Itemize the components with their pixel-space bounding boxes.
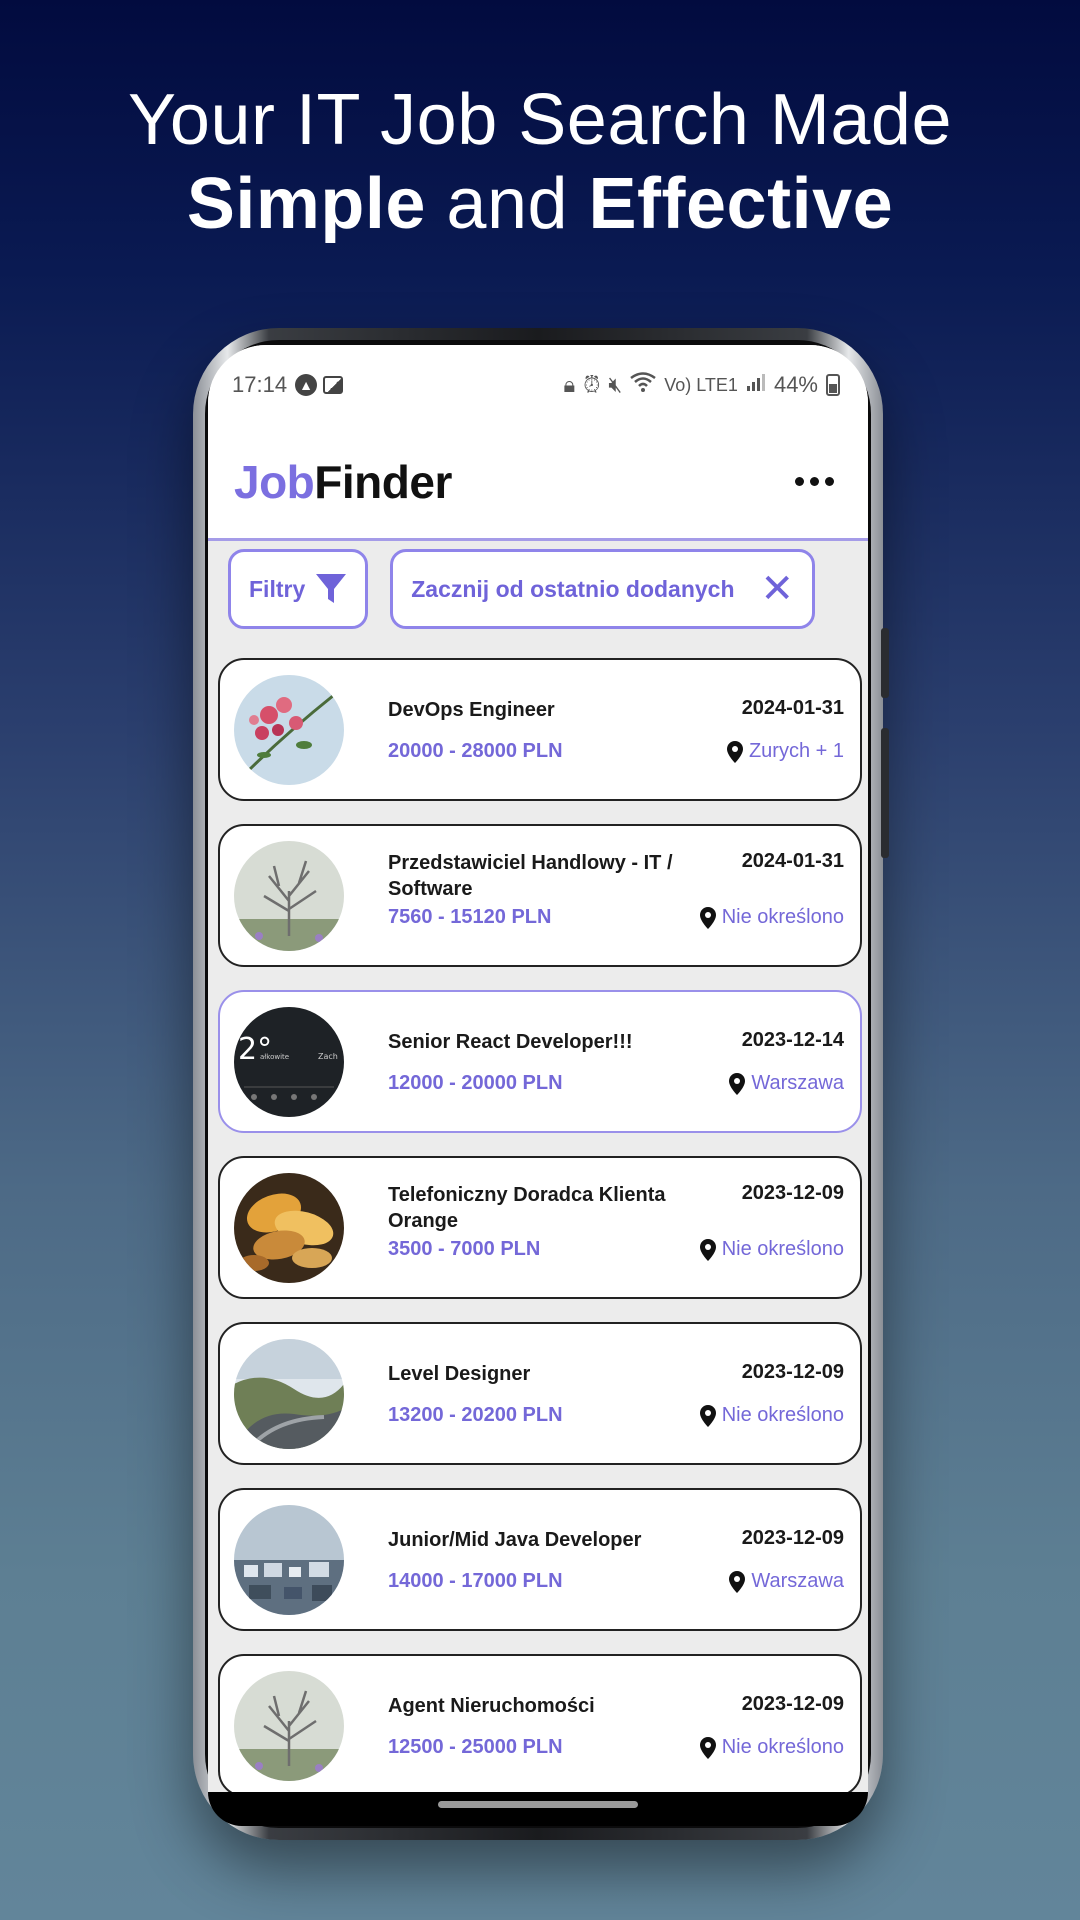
- job-location: Nie określono: [699, 1736, 844, 1759]
- job-location-text: Nie określono: [721, 1736, 844, 1758]
- location-pin-icon: [699, 906, 716, 929]
- job-salary: 12000 - 20000 PLN: [388, 1072, 563, 1094]
- job-salary: 14000 - 17000 PLN: [388, 1570, 563, 1592]
- job-location: Warszawa: [729, 1570, 844, 1593]
- app-notification-icon: ▲: [295, 374, 318, 396]
- job-title: Telefoniczny Doradca Klienta Orange: [388, 1184, 666, 1232]
- app-logo: JobFinder: [234, 455, 452, 509]
- headline-bold-effective: Effective: [588, 164, 894, 244]
- power-button: [881, 728, 889, 858]
- job-title: DevOps Engineer: [388, 699, 555, 721]
- job-date: 2024-01-31: [741, 850, 844, 872]
- job-thumbnail: [234, 1339, 344, 1449]
- alarm-icon: ⏰︎: [583, 372, 601, 397]
- job-thumbnail: [234, 675, 344, 785]
- location-pin-icon: [729, 1072, 746, 1095]
- location-pin-icon: [726, 740, 743, 763]
- headline-and: and: [425, 164, 589, 244]
- job-thumbnail: 2° ałkowite Zach: [234, 1007, 344, 1117]
- job-location-text: Warszawa: [751, 1072, 844, 1094]
- job-salary: 20000 - 28000 PLN: [388, 740, 563, 762]
- headline-line-2: Simple and Effective: [0, 162, 1080, 246]
- job-title: Senior React Developer!!!: [388, 1031, 633, 1053]
- job-date: 2023-12-09: [741, 1361, 844, 1383]
- job-thumbnail: [234, 841, 344, 951]
- wifi-icon: [630, 372, 656, 398]
- promo-headline: Your IT Job Search Made Simple and Effec…: [0, 78, 1080, 246]
- job-salary: 7560 - 15120 PLN: [388, 906, 552, 928]
- job-thumbnail: [234, 1505, 344, 1615]
- status-bar: 17:14 ▲ 🔒︎ ⏰︎ 🔇︎ Vo) LTE1 44%: [208, 345, 868, 425]
- funnel-icon: [316, 574, 347, 603]
- more-dot: [810, 477, 819, 486]
- job-title: Junior/Mid Java Developer: [388, 1529, 642, 1551]
- job-date: 2024-01-31: [741, 697, 844, 719]
- filter-bar: Filtry Zacznij od ostatnio dodanych ✕: [228, 549, 816, 629]
- signal-icon: [746, 372, 766, 398]
- location-pin-icon: [699, 1404, 716, 1427]
- more-dot: [825, 477, 834, 486]
- logo-finder: Finder: [314, 455, 452, 508]
- volume-button: [881, 628, 889, 698]
- job-title: Level Designer: [388, 1363, 531, 1385]
- widget-temp: 2°: [238, 1032, 272, 1067]
- widget-right-label: Zach: [318, 1052, 338, 1061]
- job-card[interactable]: Telefoniczny Doradca Klienta Orange 2023…: [218, 1156, 862, 1299]
- more-dot: [795, 477, 804, 486]
- gallery-notification-icon: [323, 376, 344, 394]
- job-card[interactable]: 2° ałkowite Zach Senior React Developer!…: [218, 990, 862, 1133]
- job-title: Przedstawiciel Handlowy - IT / Software: [388, 852, 673, 900]
- sort-chip[interactable]: Zacznij od ostatnio dodanych ✕: [390, 549, 816, 629]
- job-salary: 12500 - 25000 PLN: [388, 1736, 563, 1758]
- location-pin-icon: [699, 1238, 716, 1261]
- job-card[interactable]: Przedstawiciel Handlowy - IT / Software …: [218, 824, 862, 967]
- job-location: Nie określono: [699, 1238, 844, 1261]
- job-location: Zurych + 1: [726, 740, 844, 763]
- status-icons: 🔒︎ ⏰︎ 🔇︎ Vo) LTE1 44%: [563, 372, 840, 398]
- job-location-text: Nie określono: [721, 906, 844, 928]
- job-date: 2023-12-09: [741, 1693, 844, 1715]
- job-location-text: Nie określono: [721, 1238, 844, 1260]
- filters-button[interactable]: Filtry: [228, 549, 369, 629]
- location-pin-icon: [729, 1570, 746, 1593]
- job-location: Nie określono: [699, 1404, 844, 1427]
- home-indicator[interactable]: [438, 1801, 638, 1808]
- app-bar: JobFinder: [208, 425, 868, 541]
- battery-icon: [826, 374, 840, 396]
- logo-job: Job: [234, 455, 315, 508]
- job-location-text: Nie określono: [721, 1404, 844, 1426]
- job-title: Agent Nieruchomości: [388, 1695, 595, 1717]
- job-date: 2023-12-09: [741, 1527, 844, 1549]
- job-location: Warszawa: [729, 1072, 844, 1095]
- filters-label: Filtry: [249, 575, 306, 602]
- headline-bold-simple: Simple: [186, 164, 426, 244]
- job-date: 2023-12-14: [741, 1029, 844, 1051]
- job-thumbnail: [234, 1173, 344, 1283]
- headline-line-1: Your IT Job Search Made: [128, 80, 952, 160]
- lock-icon: 🔒︎: [563, 372, 576, 397]
- job-card[interactable]: DevOps Engineer 2024-01-31 20000 - 28000…: [218, 658, 862, 801]
- navigation-bar: [208, 1792, 868, 1826]
- job-location-text: Warszawa: [751, 1570, 844, 1592]
- network-type: Vo) LTE1: [664, 374, 738, 395]
- widget-left-label: ałkowite: [260, 1053, 289, 1061]
- battery-percent: 44%: [773, 372, 818, 397]
- job-list: DevOps Engineer 2024-01-31 20000 - 28000…: [218, 658, 862, 1792]
- job-card[interactable]: Agent Nieruchomości 2023-12-09 12500 - 2…: [218, 1654, 862, 1792]
- close-icon[interactable]: ✕: [761, 569, 795, 609]
- mute-icon: 🔇︎: [608, 372, 623, 397]
- sort-label: Zacznij od ostatnio dodanych: [411, 575, 735, 602]
- phone-screen: 17:14 ▲ 🔒︎ ⏰︎ 🔇︎ Vo) LTE1 44% JobFinder …: [208, 345, 868, 1792]
- status-time: 17:14: [232, 372, 288, 397]
- more-options-button[interactable]: [787, 469, 842, 494]
- job-location-text: Zurych + 1: [748, 740, 844, 762]
- job-location: Nie określono: [699, 906, 844, 929]
- job-date: 2023-12-09: [741, 1182, 844, 1204]
- job-salary: 3500 - 7000 PLN: [388, 1238, 541, 1260]
- job-salary: 13200 - 20200 PLN: [388, 1404, 563, 1426]
- location-pin-icon: [699, 1736, 716, 1759]
- job-thumbnail: [234, 1671, 344, 1781]
- job-card[interactable]: Junior/Mid Java Developer 2023-12-09 140…: [218, 1488, 862, 1631]
- job-card[interactable]: Level Designer 2023-12-09 13200 - 20200 …: [218, 1322, 862, 1465]
